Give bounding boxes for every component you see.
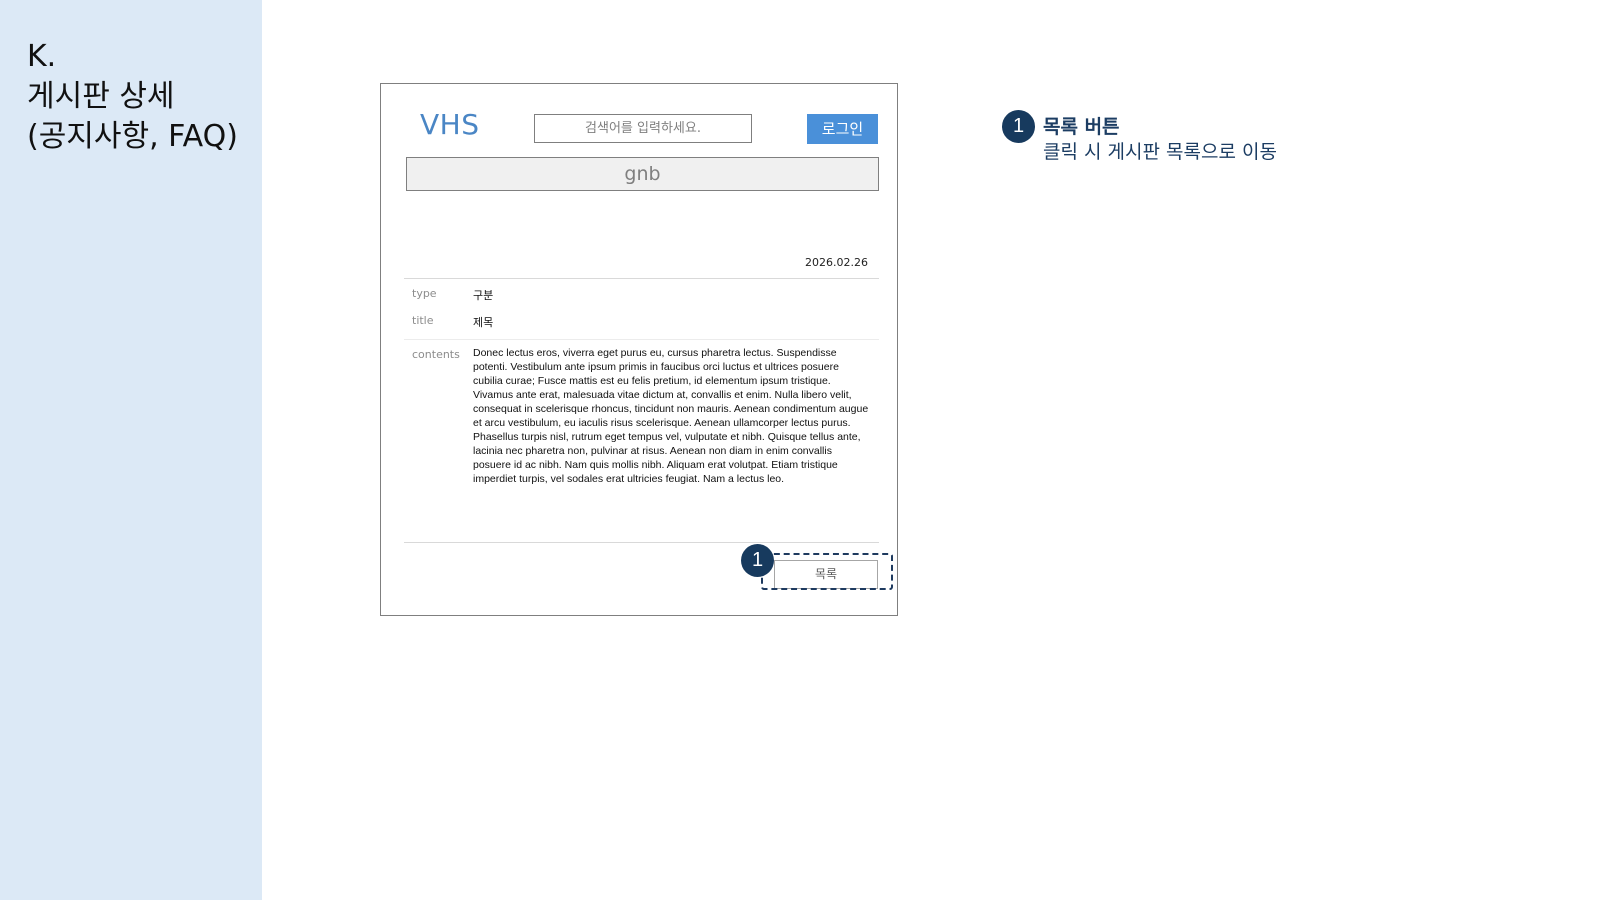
- divider: [404, 339, 879, 340]
- annotation-title-1: 목록 버튼: [1043, 116, 1120, 138]
- section-title: K. 게시판 상세 (공지사항, FAQ): [27, 37, 238, 157]
- divider: [404, 278, 879, 279]
- post-date: 2026.02.26: [805, 256, 868, 269]
- gnb-bar[interactable]: gnb: [406, 157, 879, 191]
- contents-body: Donec lectus eros, viverra eget purus eu…: [473, 347, 869, 485]
- type-label: type: [412, 287, 437, 300]
- contents-label: contents: [412, 348, 460, 361]
- logo[interactable]: VHS: [420, 108, 479, 141]
- annotation-description-1: 클릭 시 게시판 목록으로 이동: [1043, 141, 1277, 163]
- annotation-marker-1: 1: [1002, 110, 1035, 143]
- section-title-line-3: (공지사항, FAQ): [27, 119, 238, 154]
- side-panel: K. 게시판 상세 (공지사항, FAQ): [0, 0, 262, 900]
- section-title-line-2: 게시판 상세: [27, 79, 175, 114]
- board-detail-wireframe: VHS 검색어를 입력하세요. 로그인 gnb 2026.02.26 type …: [380, 83, 898, 616]
- list-button-highlight: [761, 553, 893, 590]
- callout-marker-1: 1: [741, 544, 774, 577]
- title-value: 제목: [473, 316, 494, 329]
- login-button[interactable]: 로그인: [807, 114, 878, 144]
- title-label: title: [412, 314, 434, 327]
- search-input[interactable]: 검색어를 입력하세요.: [534, 114, 752, 143]
- divider: [404, 542, 879, 543]
- section-title-line-1: K.: [27, 39, 57, 74]
- type-value: 구분: [473, 289, 494, 302]
